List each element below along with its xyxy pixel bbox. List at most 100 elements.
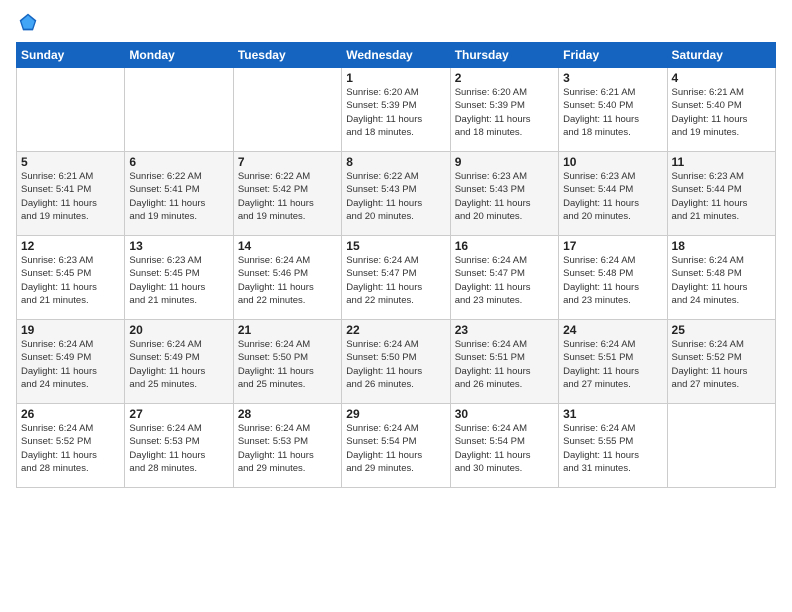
- calendar-cell: 5Sunrise: 6:21 AM Sunset: 5:41 PM Daylig…: [17, 152, 125, 236]
- day-info: Sunrise: 6:24 AM Sunset: 5:54 PM Dayligh…: [455, 422, 554, 475]
- day-info: Sunrise: 6:21 AM Sunset: 5:41 PM Dayligh…: [21, 170, 120, 223]
- calendar-cell: 31Sunrise: 6:24 AM Sunset: 5:55 PM Dayli…: [559, 404, 667, 488]
- week-row-2: 5Sunrise: 6:21 AM Sunset: 5:41 PM Daylig…: [17, 152, 776, 236]
- day-number: 20: [129, 323, 228, 337]
- calendar-cell: 10Sunrise: 6:23 AM Sunset: 5:44 PM Dayli…: [559, 152, 667, 236]
- day-info: Sunrise: 6:24 AM Sunset: 5:46 PM Dayligh…: [238, 254, 337, 307]
- day-info: Sunrise: 6:24 AM Sunset: 5:51 PM Dayligh…: [455, 338, 554, 391]
- calendar-cell: 22Sunrise: 6:24 AM Sunset: 5:50 PM Dayli…: [342, 320, 450, 404]
- day-number: 25: [672, 323, 771, 337]
- week-row-4: 19Sunrise: 6:24 AM Sunset: 5:49 PM Dayli…: [17, 320, 776, 404]
- calendar-cell: 27Sunrise: 6:24 AM Sunset: 5:53 PM Dayli…: [125, 404, 233, 488]
- day-number: 15: [346, 239, 445, 253]
- calendar-cell: 23Sunrise: 6:24 AM Sunset: 5:51 PM Dayli…: [450, 320, 558, 404]
- day-number: 14: [238, 239, 337, 253]
- day-info: Sunrise: 6:23 AM Sunset: 5:45 PM Dayligh…: [21, 254, 120, 307]
- calendar-cell: 29Sunrise: 6:24 AM Sunset: 5:54 PM Dayli…: [342, 404, 450, 488]
- day-info: Sunrise: 6:24 AM Sunset: 5:53 PM Dayligh…: [129, 422, 228, 475]
- week-row-1: 1Sunrise: 6:20 AM Sunset: 5:39 PM Daylig…: [17, 68, 776, 152]
- weekday-header-row: SundayMondayTuesdayWednesdayThursdayFrid…: [17, 43, 776, 68]
- day-number: 13: [129, 239, 228, 253]
- day-number: 17: [563, 239, 662, 253]
- calendar-cell: 9Sunrise: 6:23 AM Sunset: 5:43 PM Daylig…: [450, 152, 558, 236]
- calendar-cell: 20Sunrise: 6:24 AM Sunset: 5:49 PM Dayli…: [125, 320, 233, 404]
- day-number: 19: [21, 323, 120, 337]
- day-info: Sunrise: 6:24 AM Sunset: 5:52 PM Dayligh…: [672, 338, 771, 391]
- weekday-header-thursday: Thursday: [450, 43, 558, 68]
- day-info: Sunrise: 6:24 AM Sunset: 5:54 PM Dayligh…: [346, 422, 445, 475]
- calendar-cell: 2Sunrise: 6:20 AM Sunset: 5:39 PM Daylig…: [450, 68, 558, 152]
- weekday-header-saturday: Saturday: [667, 43, 775, 68]
- day-info: Sunrise: 6:21 AM Sunset: 5:40 PM Dayligh…: [563, 86, 662, 139]
- day-info: Sunrise: 6:23 AM Sunset: 5:43 PM Dayligh…: [455, 170, 554, 223]
- day-number: 26: [21, 407, 120, 421]
- header: [16, 12, 776, 34]
- calendar-cell: 14Sunrise: 6:24 AM Sunset: 5:46 PM Dayli…: [233, 236, 341, 320]
- calendar-cell: 15Sunrise: 6:24 AM Sunset: 5:47 PM Dayli…: [342, 236, 450, 320]
- calendar-cell: 7Sunrise: 6:22 AM Sunset: 5:42 PM Daylig…: [233, 152, 341, 236]
- day-info: Sunrise: 6:24 AM Sunset: 5:53 PM Dayligh…: [238, 422, 337, 475]
- day-info: Sunrise: 6:24 AM Sunset: 5:55 PM Dayligh…: [563, 422, 662, 475]
- day-number: 5: [21, 155, 120, 169]
- day-number: 21: [238, 323, 337, 337]
- calendar-cell: 3Sunrise: 6:21 AM Sunset: 5:40 PM Daylig…: [559, 68, 667, 152]
- calendar-cell: 21Sunrise: 6:24 AM Sunset: 5:50 PM Dayli…: [233, 320, 341, 404]
- calendar-cell: 18Sunrise: 6:24 AM Sunset: 5:48 PM Dayli…: [667, 236, 775, 320]
- day-number: 6: [129, 155, 228, 169]
- day-info: Sunrise: 6:22 AM Sunset: 5:43 PM Dayligh…: [346, 170, 445, 223]
- logo: [16, 12, 38, 34]
- calendar-table: SundayMondayTuesdayWednesdayThursdayFrid…: [16, 42, 776, 488]
- day-number: 1: [346, 71, 445, 85]
- day-info: Sunrise: 6:24 AM Sunset: 5:52 PM Dayligh…: [21, 422, 120, 475]
- day-number: 24: [563, 323, 662, 337]
- day-info: Sunrise: 6:24 AM Sunset: 5:48 PM Dayligh…: [563, 254, 662, 307]
- day-number: 4: [672, 71, 771, 85]
- weekday-header-sunday: Sunday: [17, 43, 125, 68]
- calendar-cell: 6Sunrise: 6:22 AM Sunset: 5:41 PM Daylig…: [125, 152, 233, 236]
- calendar-cell: 13Sunrise: 6:23 AM Sunset: 5:45 PM Dayli…: [125, 236, 233, 320]
- week-row-5: 26Sunrise: 6:24 AM Sunset: 5:52 PM Dayli…: [17, 404, 776, 488]
- calendar-cell: [233, 68, 341, 152]
- calendar-cell: 28Sunrise: 6:24 AM Sunset: 5:53 PM Dayli…: [233, 404, 341, 488]
- day-info: Sunrise: 6:24 AM Sunset: 5:50 PM Dayligh…: [238, 338, 337, 391]
- weekday-header-friday: Friday: [559, 43, 667, 68]
- day-info: Sunrise: 6:23 AM Sunset: 5:45 PM Dayligh…: [129, 254, 228, 307]
- calendar-cell: 19Sunrise: 6:24 AM Sunset: 5:49 PM Dayli…: [17, 320, 125, 404]
- week-row-3: 12Sunrise: 6:23 AM Sunset: 5:45 PM Dayli…: [17, 236, 776, 320]
- calendar-cell: 8Sunrise: 6:22 AM Sunset: 5:43 PM Daylig…: [342, 152, 450, 236]
- day-number: 12: [21, 239, 120, 253]
- calendar-cell: 11Sunrise: 6:23 AM Sunset: 5:44 PM Dayli…: [667, 152, 775, 236]
- day-info: Sunrise: 6:20 AM Sunset: 5:39 PM Dayligh…: [346, 86, 445, 139]
- calendar-cell: [17, 68, 125, 152]
- day-info: Sunrise: 6:24 AM Sunset: 5:48 PM Dayligh…: [672, 254, 771, 307]
- calendar-cell: 4Sunrise: 6:21 AM Sunset: 5:40 PM Daylig…: [667, 68, 775, 152]
- calendar-cell: 17Sunrise: 6:24 AM Sunset: 5:48 PM Dayli…: [559, 236, 667, 320]
- day-number: 10: [563, 155, 662, 169]
- logo-icon: [18, 12, 38, 32]
- day-info: Sunrise: 6:24 AM Sunset: 5:47 PM Dayligh…: [455, 254, 554, 307]
- day-number: 2: [455, 71, 554, 85]
- calendar-cell: [125, 68, 233, 152]
- day-number: 23: [455, 323, 554, 337]
- weekday-header-wednesday: Wednesday: [342, 43, 450, 68]
- day-info: Sunrise: 6:24 AM Sunset: 5:51 PM Dayligh…: [563, 338, 662, 391]
- calendar-cell: 12Sunrise: 6:23 AM Sunset: 5:45 PM Dayli…: [17, 236, 125, 320]
- day-number: 27: [129, 407, 228, 421]
- day-number: 18: [672, 239, 771, 253]
- day-number: 11: [672, 155, 771, 169]
- day-number: 7: [238, 155, 337, 169]
- day-info: Sunrise: 6:24 AM Sunset: 5:47 PM Dayligh…: [346, 254, 445, 307]
- calendar-cell: 26Sunrise: 6:24 AM Sunset: 5:52 PM Dayli…: [17, 404, 125, 488]
- day-info: Sunrise: 6:22 AM Sunset: 5:42 PM Dayligh…: [238, 170, 337, 223]
- weekday-header-tuesday: Tuesday: [233, 43, 341, 68]
- day-info: Sunrise: 6:21 AM Sunset: 5:40 PM Dayligh…: [672, 86, 771, 139]
- day-number: 30: [455, 407, 554, 421]
- page: SundayMondayTuesdayWednesdayThursdayFrid…: [0, 0, 792, 612]
- day-info: Sunrise: 6:24 AM Sunset: 5:49 PM Dayligh…: [21, 338, 120, 391]
- day-number: 8: [346, 155, 445, 169]
- day-number: 3: [563, 71, 662, 85]
- day-number: 28: [238, 407, 337, 421]
- calendar-cell: 16Sunrise: 6:24 AM Sunset: 5:47 PM Dayli…: [450, 236, 558, 320]
- day-info: Sunrise: 6:20 AM Sunset: 5:39 PM Dayligh…: [455, 86, 554, 139]
- day-number: 16: [455, 239, 554, 253]
